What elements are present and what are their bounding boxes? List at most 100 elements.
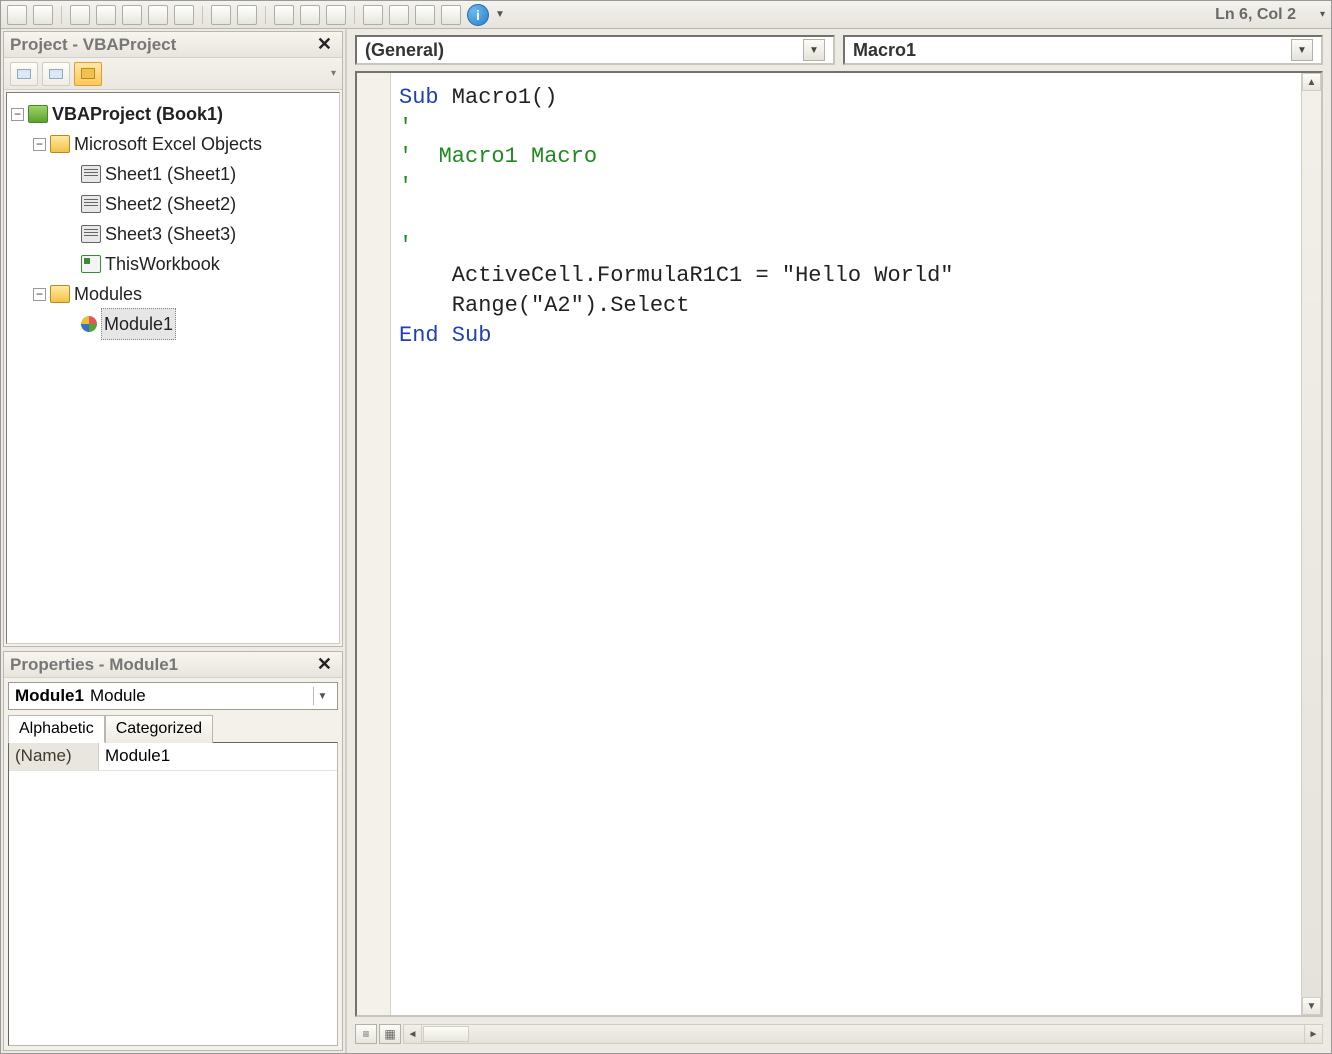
property-grid[interactable]: (Name) Module1 — [8, 742, 338, 1046]
code-text[interactable]: Sub Macro1() ' ' Macro1 Macro ' ' Active… — [391, 73, 1301, 1015]
scroll-up-icon[interactable]: ▲ — [1302, 73, 1321, 91]
vba-editor: i ▼ Ln 6, Col 2 ▾ Project - VBAProject ✕… — [0, 0, 1332, 1054]
module-icon — [81, 316, 97, 332]
dropdown-icon[interactable]: ▼ — [1291, 39, 1313, 61]
project-tree[interactable]: − VBAProject (Book1) − Microsoft Excel O… — [6, 92, 340, 644]
toolbar-icon[interactable] — [389, 5, 409, 25]
toolbar-icon[interactable] — [96, 5, 116, 25]
dropdown-icon[interactable]: ▼ — [495, 9, 505, 20]
tree-root[interactable]: − VBAProject (Book1) — [11, 99, 335, 129]
toolbar-icon[interactable] — [122, 5, 142, 25]
property-value[interactable]: Module1 — [99, 743, 337, 770]
tree-label: Sheet2 (Sheet2) — [105, 189, 236, 220]
project-toolbar: ▾ — [4, 58, 342, 90]
toolbar-icon[interactable] — [441, 5, 461, 25]
workbook-icon — [81, 255, 101, 273]
cursor-position: Ln 6, Col 2 — [1215, 6, 1308, 24]
toolbar-separator — [354, 6, 355, 24]
comment: ' — [399, 233, 412, 258]
collapse-icon[interactable]: − — [11, 108, 24, 121]
horizontal-scrollbar[interactable]: ◄ ► — [403, 1024, 1323, 1044]
pane-title-text: Properties - Module1 — [10, 655, 178, 675]
toggle-folders-button[interactable] — [74, 62, 102, 86]
toolbar-icon[interactable] — [70, 5, 90, 25]
tab-categorized[interactable]: Categorized — [105, 715, 213, 743]
toolbar-icon[interactable] — [33, 5, 53, 25]
collapse-icon[interactable]: − — [33, 138, 46, 151]
object-name: Module1 — [15, 686, 84, 706]
tree-folder-modules[interactable]: − Modules — [11, 279, 335, 309]
view-code-button[interactable] — [10, 62, 38, 86]
toolbar-icon[interactable] — [363, 5, 383, 25]
tree-item-module1[interactable]: Module1 — [11, 309, 335, 339]
toolbar-icon[interactable] — [7, 5, 27, 25]
keyword: Sub — [399, 85, 439, 110]
scroll-right-icon[interactable]: ► — [1304, 1025, 1322, 1043]
object-selector[interactable]: Module1 Module ▼ — [8, 682, 338, 710]
help-icon[interactable]: i — [467, 4, 489, 26]
folder-icon — [50, 285, 70, 303]
dropdown-icon[interactable]: ▼ — [313, 687, 331, 705]
toolbar-overflow-icon[interactable]: ▾ — [1320, 9, 1325, 20]
code-bottom-bar: ≡ ▦ ◄ ► — [355, 1023, 1323, 1045]
toolbar-separator — [61, 6, 62, 24]
view-object-button[interactable] — [42, 62, 70, 86]
tree-item-sheet1[interactable]: Sheet1 (Sheet1) — [11, 159, 335, 189]
project-explorer-pane: Project - VBAProject ✕ ▾ − VBAProject (B… — [3, 31, 343, 647]
property-row[interactable]: (Name) Module1 — [9, 743, 337, 771]
redo-icon[interactable] — [237, 5, 257, 25]
tab-alphabetic[interactable]: Alphabetic — [8, 715, 105, 743]
toolbar-icon[interactable] — [415, 5, 435, 25]
scrollbar-track[interactable] — [1302, 91, 1321, 997]
full-module-view-button[interactable]: ▦ — [379, 1024, 401, 1044]
tree-label: Microsoft Excel Objects — [74, 129, 262, 160]
project-explorer-title: Project - VBAProject ✕ — [4, 32, 342, 58]
toolbar-separator — [265, 6, 266, 24]
tree-label: Sheet1 (Sheet1) — [105, 159, 236, 190]
dropdown-icon[interactable]: ▼ — [803, 39, 825, 61]
procedure-combo[interactable]: Macro1 ▼ — [843, 35, 1323, 65]
tree-item-workbook[interactable]: ThisWorkbook — [11, 249, 335, 279]
toolbar-overflow-icon[interactable]: ▾ — [331, 68, 336, 79]
object-type: Module — [90, 686, 146, 706]
undo-icon[interactable] — [211, 5, 231, 25]
pause-icon[interactable] — [300, 5, 320, 25]
tree-label: Sheet3 (Sheet3) — [105, 219, 236, 250]
tree-item-sheet3[interactable]: Sheet3 (Sheet3) — [11, 219, 335, 249]
comment: ' — [399, 174, 412, 199]
properties-pane: Properties - Module1 ✕ Module1 Module ▼ … — [3, 651, 343, 1051]
stop-icon[interactable] — [326, 5, 346, 25]
run-icon[interactable] — [274, 5, 294, 25]
tree-label: ThisWorkbook — [105, 249, 220, 280]
toolbar-icon[interactable] — [174, 5, 194, 25]
project-icon — [28, 105, 48, 123]
keyword: Sub — [439, 323, 492, 348]
folder-icon — [50, 135, 70, 153]
scroll-down-icon[interactable]: ▼ — [1302, 997, 1321, 1015]
procedure-view-button[interactable]: ≡ — [355, 1024, 377, 1044]
combo-value: Macro1 — [853, 40, 916, 61]
tree-folder-objects[interactable]: − Microsoft Excel Objects — [11, 129, 335, 159]
toolbar-icon[interactable] — [148, 5, 168, 25]
code-editor[interactable]: Sub Macro1() ' ' Macro1 Macro ' ' Active… — [355, 71, 1323, 1017]
code-text: ActiveCell.FormulaR1C1 = "Hello World" — [399, 263, 954, 288]
collapse-icon[interactable]: − — [33, 288, 46, 301]
vertical-scrollbar[interactable]: ▲ ▼ — [1301, 73, 1321, 1015]
toolbar-separator — [202, 6, 203, 24]
close-icon[interactable]: ✕ — [313, 34, 336, 55]
properties-title: Properties - Module1 ✕ — [4, 652, 342, 678]
object-combo[interactable]: (General) ▼ — [355, 35, 835, 65]
keyword: End — [399, 323, 439, 348]
worksheet-icon — [81, 165, 101, 183]
tree-label: VBAProject (Book1) — [52, 99, 223, 130]
tree-item-sheet2[interactable]: Sheet2 (Sheet2) — [11, 189, 335, 219]
tree-label: Module1 — [101, 308, 176, 341]
scrollbar-thumb[interactable] — [423, 1026, 469, 1042]
main-region: Project - VBAProject ✕ ▾ − VBAProject (B… — [1, 29, 1331, 1053]
code-text: Range("A2").Select — [399, 293, 689, 318]
worksheet-icon — [81, 195, 101, 213]
close-icon[interactable]: ✕ — [313, 654, 336, 675]
property-tabs: Alphabetic Categorized — [8, 714, 338, 742]
scroll-left-icon[interactable]: ◄ — [404, 1025, 422, 1043]
margin-indicator-bar[interactable] — [357, 73, 391, 1015]
